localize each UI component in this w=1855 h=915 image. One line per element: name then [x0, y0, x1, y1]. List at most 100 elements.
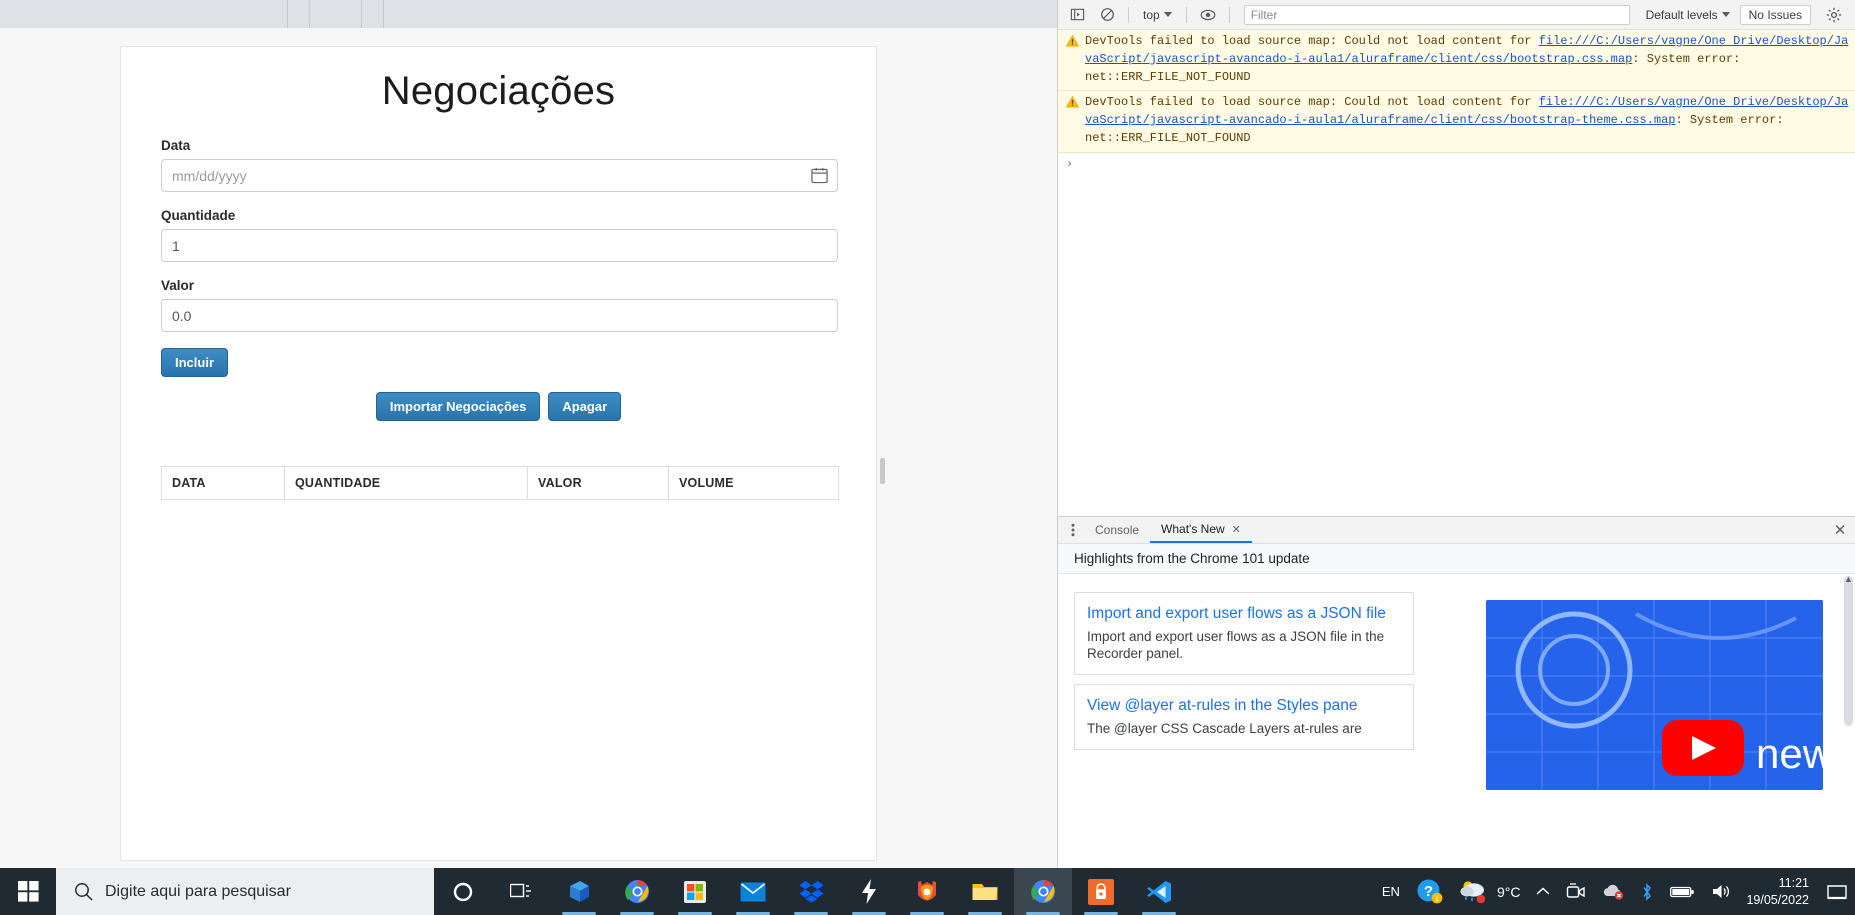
page-viewport: Negociações Data Quantidade Valor	[0, 28, 1057, 868]
bluetooth-icon	[1643, 882, 1652, 901]
tray-help-button[interactable]: ? i	[1409, 868, 1450, 915]
tray-onedrive-indicator[interactable]	[1595, 868, 1631, 915]
console-message-list[interactable]: DevTools failed to load source map: Coul…	[1058, 30, 1855, 516]
file-explorer-icon	[972, 884, 998, 900]
tab-strip-segment	[310, 0, 362, 28]
screen-root: Negociações Data Quantidade Valor	[0, 0, 1855, 915]
label-data: Data	[161, 138, 191, 153]
close-icon[interactable]: ✕	[1232, 523, 1241, 536]
toolbar-divider	[1228, 6, 1230, 23]
tab-strip-segment	[362, 0, 384, 28]
vertical-resize-handle[interactable]	[880, 458, 885, 484]
tray-show-hidden-icons-button[interactable]	[1529, 868, 1557, 915]
valor-input[interactable]	[161, 299, 838, 332]
chevron-down-icon	[1163, 11, 1172, 17]
tray-weather-widget[interactable]: 9°C	[1452, 868, 1528, 915]
console-warning-message[interactable]: DevTools failed to load source map: Coul…	[1058, 30, 1855, 92]
whats-new-scrollbar[interactable]	[1844, 576, 1853, 726]
console-toolbar: top Filter Default levels No Issues	[1058, 0, 1855, 30]
negociacoes-table: DATA QUANTIDADE VALOR VOLUME	[161, 466, 839, 500]
drawer-close-button[interactable]: ✕	[1825, 517, 1855, 543]
taskbar-microsoft-store-button[interactable]	[666, 868, 724, 915]
negociacoes-card: Negociações Data Quantidade Valor	[120, 46, 877, 861]
clear-console-icon[interactable]	[1094, 3, 1120, 27]
tray-volume-indicator[interactable]	[1704, 868, 1738, 915]
drawer-tab-label: Console	[1095, 523, 1140, 537]
column-header-data: DATA	[161, 466, 285, 500]
live-expression-eye-icon[interactable]	[1195, 3, 1221, 27]
camera-icon	[1567, 882, 1586, 898]
card-description: Import and export user flows as a JSON f…	[1087, 628, 1385, 662]
browser-tab-strip	[0, 0, 1057, 28]
log-levels-selector[interactable]: Default levels	[1640, 5, 1736, 25]
importar-negociacoes-button[interactable]: Importar Negociações	[375, 392, 541, 421]
taskbar-search-box[interactable]: Digite aqui para pesquisar	[56, 868, 434, 915]
tray-battery-indicator[interactable]	[1663, 868, 1702, 915]
taskbar-app-store-blue[interactable]	[550, 868, 608, 915]
taskbar-chrome-button[interactable]	[608, 868, 666, 915]
warning-triangle-icon	[1066, 35, 1079, 47]
taskbar-firefox-button[interactable]	[898, 868, 956, 915]
tray-webcam-indicator[interactable]	[1559, 868, 1593, 915]
taskbar-clock[interactable]: 11:21 19/05/2022	[1740, 868, 1821, 915]
chrome-active-icon	[1030, 880, 1055, 903]
card-title-link[interactable]: Import and export user flows as a JSON f…	[1087, 602, 1401, 626]
data-input[interactable]	[161, 159, 838, 192]
whats-new-card-list: Import and export user flows as a JSON f…	[1074, 592, 1414, 850]
whats-new-video-thumbnail[interactable]: new	[1486, 600, 1823, 790]
drawer-tab-whats-new[interactable]: What's New ✕	[1150, 517, 1252, 543]
whats-new-subtitle: Highlights from the Chrome 101 update	[1058, 544, 1855, 574]
console-input-prompt[interactable]: ›	[1058, 153, 1855, 175]
anydesk-icon	[1088, 878, 1114, 905]
tray-language-indicator[interactable]: EN	[1375, 868, 1407, 915]
drawer-tab-console[interactable]: Console	[1084, 517, 1150, 543]
clock-time: 11:21	[1778, 875, 1809, 890]
console-msg-prefix: DevTools failed to load source map: Coul…	[1085, 95, 1539, 110]
console-warning-text: DevTools failed to load source map: Coul…	[1085, 94, 1849, 147]
whats-new-card[interactable]: View @layer at-rules in the Styles pane …	[1074, 684, 1414, 750]
tray-bluetooth-indicator[interactable]	[1633, 868, 1661, 915]
issues-button[interactable]: No Issues	[1739, 4, 1811, 25]
drawer-more-options-icon[interactable]	[1062, 517, 1084, 543]
battery-icon	[1670, 886, 1695, 897]
task-view-icon	[509, 883, 531, 898]
scroll-up-arrow-icon[interactable]: ▲	[1842, 574, 1855, 587]
action-center-icon	[1827, 884, 1847, 899]
include-button-row: Incluir	[161, 348, 836, 377]
apagar-button[interactable]: Apagar	[548, 392, 622, 421]
incluir-button[interactable]: Incluir	[161, 348, 229, 377]
settings-gear-icon[interactable]	[1821, 3, 1847, 27]
search-placeholder: Digite aqui para pesquisar	[105, 882, 291, 900]
date-input-wrap	[161, 159, 838, 192]
taskbar-dropbox-button[interactable]	[782, 868, 840, 915]
vscode-icon	[1147, 880, 1171, 903]
help-question-icon: ? i	[1417, 879, 1443, 904]
quantidade-input[interactable]	[161, 229, 838, 262]
taskbar-mail-button[interactable]	[724, 868, 782, 915]
taskbar-file-explorer-button[interactable]	[956, 868, 1014, 915]
taskbar-lightning-app-button[interactable]	[840, 868, 898, 915]
column-header-quantidade: QUANTIDADE	[284, 466, 528, 500]
taskbar-anydesk-button[interactable]	[1072, 868, 1130, 915]
card-title-link[interactable]: View @layer at-rules in the Styles pane	[1087, 694, 1401, 718]
console-warning-message[interactable]: DevTools failed to load source map: Coul…	[1058, 91, 1855, 153]
toolbar-divider	[1185, 6, 1187, 23]
taskbar-task-view-button[interactable]	[492, 868, 550, 915]
whats-new-card[interactable]: Import and export user flows as a JSON f…	[1074, 592, 1414, 676]
weather-rain-icon	[1460, 880, 1486, 903]
chrome-icon	[624, 880, 649, 903]
devtools-panel: top Filter Default levels No Issues DevT…	[1057, 0, 1855, 868]
tab-strip-segment	[288, 0, 310, 28]
start-button[interactable]	[0, 868, 56, 915]
windows-logo-icon	[17, 881, 39, 902]
label-valor: Valor	[161, 278, 195, 293]
execution-context-selector[interactable]: top	[1137, 5, 1178, 25]
taskbar-chrome-active-button[interactable]	[1014, 868, 1072, 915]
taskbar-vscode-button[interactable]	[1130, 868, 1188, 915]
console-warning-text: DevTools failed to load source map: Coul…	[1085, 33, 1849, 86]
notification-center-button[interactable]	[1823, 868, 1851, 915]
drawer-tab-bar: Console What's New ✕ ✕	[1058, 517, 1855, 544]
console-sidebar-toggle-icon[interactable]	[1064, 3, 1090, 27]
console-filter-input[interactable]: Filter	[1243, 4, 1630, 25]
taskbar-cortana-button[interactable]	[434, 868, 492, 915]
